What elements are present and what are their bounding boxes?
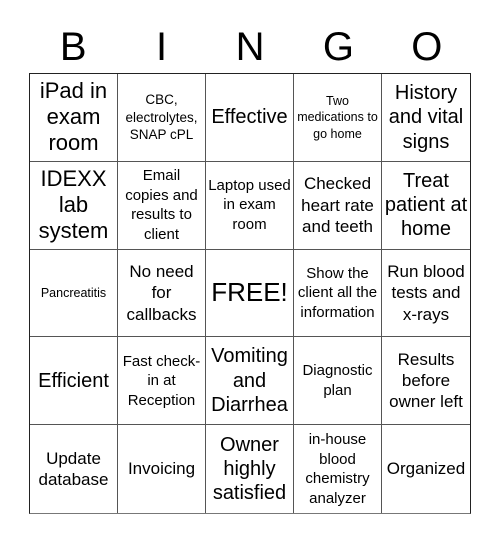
bingo-cell[interactable]: CBC, electrolytes, SNAP cPL — [118, 74, 206, 162]
cell-text: IDEXX lab system — [38, 166, 109, 244]
cell-text: Treat patient at home — [384, 169, 468, 241]
header-letter-n: N — [235, 25, 265, 69]
header-letter-o: O — [411, 25, 443, 69]
bingo-cell[interactable]: Update database — [30, 425, 118, 513]
bingo-cell[interactable]: Owner highly satisfied — [206, 425, 294, 513]
bingo-cell[interactable]: Organized — [382, 425, 470, 513]
cell-text: Fast check-in at Reception — [122, 352, 201, 409]
cell-text: Email copies and results to client — [125, 167, 198, 243]
cell-text: Vomiting and Diarrhea — [211, 345, 288, 416]
bingo-cell[interactable]: Run blood tests and x-rays — [382, 250, 470, 338]
bingo-cell[interactable]: Pancreatitis — [30, 249, 118, 338]
bingo-cell[interactable]: in-house blood chemistry analyzer — [294, 425, 382, 513]
bingo-cell[interactable]: Efficient — [30, 337, 118, 426]
cell-text: Invoicing — [127, 459, 196, 479]
bingo-cell[interactable]: No need for callbacks — [118, 249, 206, 338]
cell-text: Effective — [211, 106, 288, 129]
bingo-cell[interactable]: Fast check-in at Reception — [118, 337, 206, 426]
cell-text: Two medications to go home — [297, 94, 378, 141]
header-letter-i: I — [156, 25, 168, 69]
cell-text: History and vital signs — [388, 81, 464, 153]
cell-text: Efficient — [38, 369, 109, 392]
bingo-cell[interactable]: Show the client all the information — [294, 249, 382, 338]
bingo-cell[interactable]: Email copies and results to client — [118, 161, 206, 250]
cell-text: Update database — [38, 448, 109, 490]
bingo-cell[interactable]: Checked heart rate and teeth — [294, 161, 382, 250]
bingo-cell[interactable]: Treat patient at home — [382, 162, 470, 250]
cell-text: Diagnostic plan — [302, 362, 373, 399]
bingo-cell[interactable]: Laptop used in exam room — [206, 161, 294, 250]
bingo-cell[interactable]: Invoicing — [118, 425, 206, 513]
cell-text: Laptop used in exam room — [208, 176, 291, 233]
cell-text: Owner highly satisfied — [212, 433, 287, 505]
cell-text: CBC, electrolytes, SNAP cPL — [125, 92, 198, 143]
free-space-text: FREE! — [211, 277, 288, 308]
cell-text: No need for callbacks — [126, 262, 197, 324]
cell-text: Results before owner left — [389, 349, 463, 412]
bingo-cell[interactable]: IDEXX lab system — [30, 161, 118, 250]
header-letter-g: G — [322, 25, 354, 69]
cell-text: Run blood tests and x-rays — [387, 262, 465, 324]
cell-text: in-house blood chemistry analyzer — [305, 431, 370, 507]
free-space[interactable]: FREE! — [206, 249, 294, 338]
bingo-cell[interactable]: History and vital signs — [382, 74, 470, 162]
bingo-cell[interactable]: Two medications to go home — [294, 74, 382, 162]
cell-text: Organized — [386, 459, 466, 479]
bingo-board: iPad in exam room CBC, electrolytes, SNA… — [29, 73, 471, 514]
header-letter-b: B — [59, 25, 87, 69]
bingo-cell[interactable]: Vomiting and Diarrhea — [206, 337, 294, 426]
bingo-cell[interactable]: Diagnostic plan — [294, 337, 382, 426]
cell-text: Pancreatitis — [40, 285, 107, 300]
bingo-header: B I N G O — [29, 22, 471, 72]
cell-text: iPad in exam room — [39, 78, 108, 156]
cell-text: Checked heart rate and teeth — [301, 174, 374, 236]
bingo-cell[interactable]: Results before owner left — [382, 337, 470, 426]
bingo-cell[interactable]: Effective — [206, 74, 294, 162]
cell-text: Show the client all the information — [297, 264, 378, 321]
bingo-cell[interactable]: iPad in exam room — [30, 74, 118, 162]
